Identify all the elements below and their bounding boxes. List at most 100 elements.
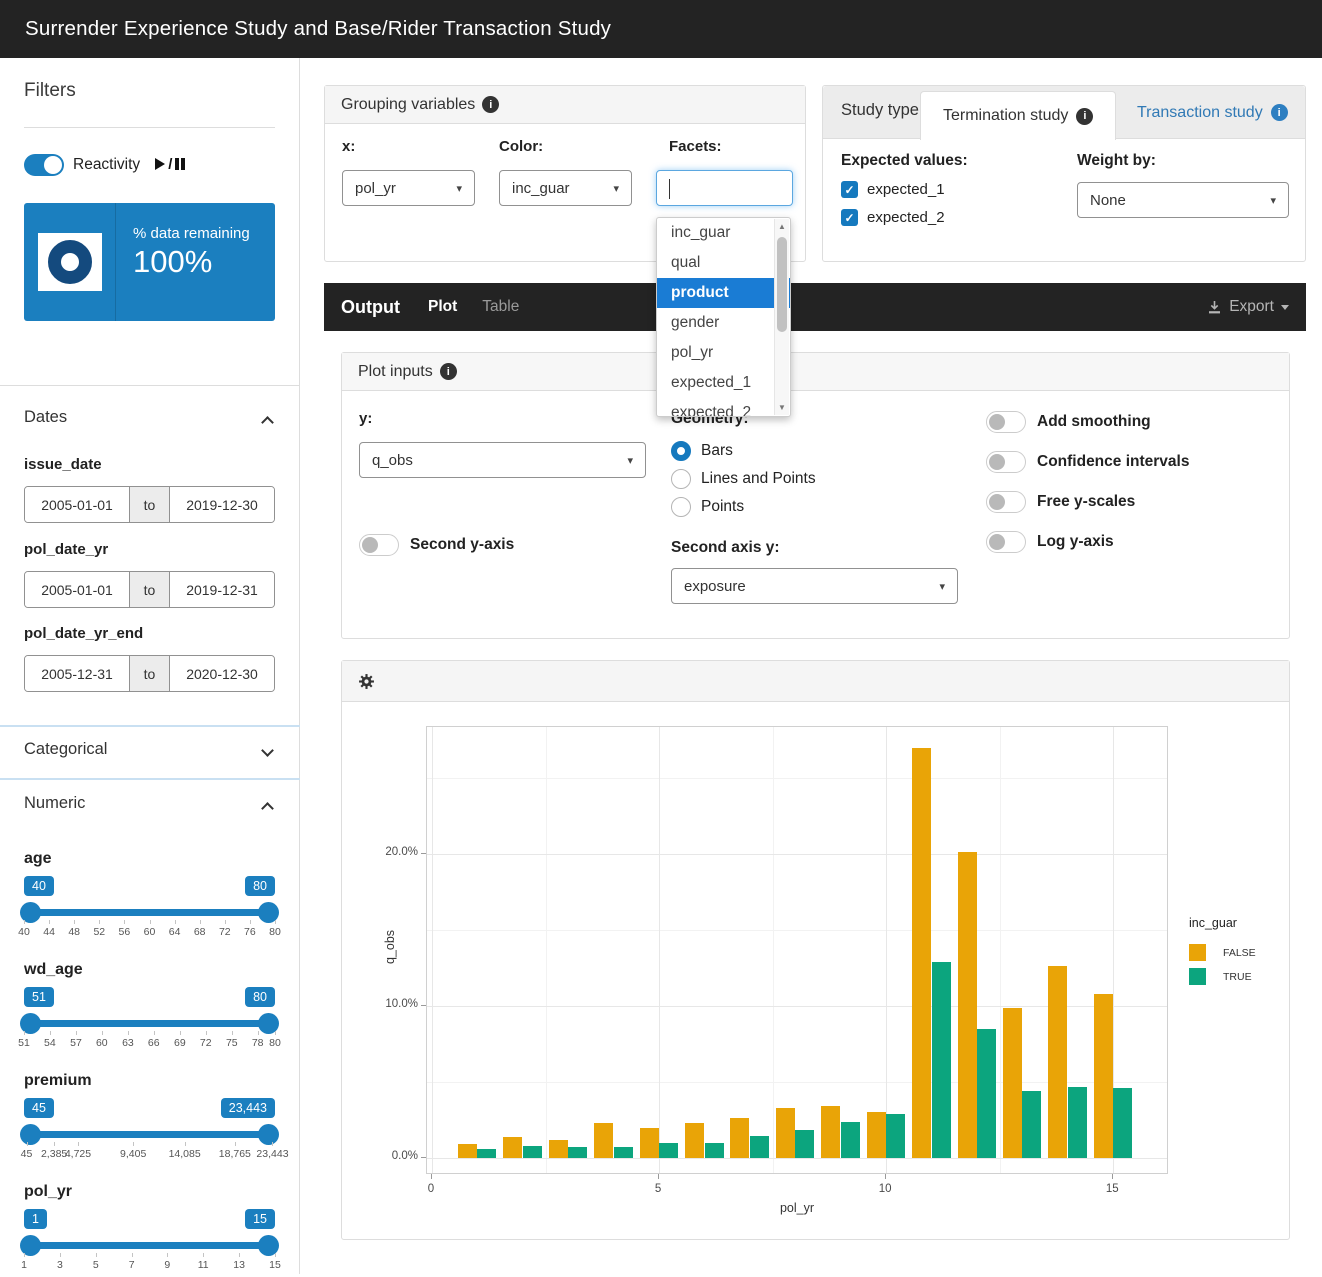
log-y-axis-toggle-row[interactable]: Log y-axis [986, 531, 1114, 553]
add-smoothing-label: Add smoothing [1037, 413, 1151, 431]
radio-unselected-icon[interactable] [671, 469, 691, 489]
premium-slider[interactable]: 4523,443452,3854,7259,40514,08518,76523,… [24, 1098, 275, 1166]
facets-input[interactable] [656, 170, 793, 206]
slider-tick-mark [167, 1253, 168, 1257]
tab-plot[interactable]: Plot [428, 298, 457, 316]
second-axis-y-select[interactable]: exposure▾ [671, 568, 958, 604]
slider-tick-mark [96, 1253, 97, 1257]
date-range-separator: to [129, 656, 170, 691]
slider-tick-mark [258, 1031, 259, 1035]
dropdown-option[interactable]: pol_yr [657, 338, 790, 368]
add-smoothing-toggle-row[interactable]: Add smoothing [986, 411, 1151, 433]
add-smoothing-toggle[interactable] [986, 411, 1026, 433]
slider-tick-mark [175, 920, 176, 924]
checkbox-checked-icon[interactable]: ✓ [841, 181, 858, 198]
weight-by-select[interactable]: None▾ [1077, 182, 1289, 218]
expected-1-checkbox-row[interactable]: ✓ expected_1 [841, 181, 945, 198]
radio-selected-icon[interactable] [671, 441, 691, 461]
slider-tick-label: 1 [21, 1259, 27, 1271]
confidence-intervals-toggle[interactable] [986, 451, 1026, 473]
y-select[interactable]: q_obs▾ [359, 442, 646, 478]
slider-handle-left[interactable] [20, 1124, 41, 1145]
x-select[interactable]: pol_yr▾ [342, 170, 475, 206]
color-select[interactable]: inc_guar▾ [499, 170, 632, 206]
slider-track[interactable] [24, 1242, 275, 1249]
pol-date-yr-to-input[interactable]: 2019-12-31 [170, 572, 274, 607]
dates-section-header[interactable]: Dates [0, 398, 300, 442]
donut-icon [48, 240, 92, 284]
log-y-axis-toggle[interactable] [986, 531, 1026, 553]
second-y-axis-toggle[interactable] [359, 534, 399, 556]
second-axis-y-label: Second axis y: [671, 539, 780, 557]
info-icon[interactable]: i [482, 96, 499, 113]
slider-track[interactable] [24, 1131, 275, 1138]
geometry-option-points[interactable]: Points [671, 497, 744, 517]
info-icon[interactable]: i [440, 363, 457, 380]
date-range-separator: to [129, 487, 170, 522]
slider-tick-mark [180, 1031, 181, 1035]
bar-false [730, 1118, 749, 1158]
export-button[interactable]: Export [1207, 298, 1289, 316]
slider-handle-right[interactable] [258, 1124, 279, 1145]
wd-age-slider[interactable]: 51805154576063666972757880 [24, 987, 275, 1055]
dropdown-option[interactable]: expected_2 [657, 398, 790, 417]
categorical-section-header[interactable]: Categorical [0, 730, 300, 774]
slider-tick-mark [275, 920, 276, 924]
study-type-label: Study type [841, 101, 919, 120]
tab-transaction-study[interactable]: Transaction study i [1123, 86, 1302, 139]
pol-date-yr-end-from-input[interactable]: 2005-12-31 [25, 656, 129, 691]
reactivity-toggle[interactable] [24, 154, 64, 176]
facets-label: Facets: [669, 138, 722, 155]
scrollbar-thumb[interactable] [777, 237, 787, 332]
dropdown-option[interactable]: expected_1 [657, 368, 790, 398]
free-y-scales-toggle[interactable] [986, 491, 1026, 513]
info-icon[interactable]: i [1076, 108, 1093, 125]
slider-tick-label: 7 [129, 1259, 135, 1271]
dropdown-option[interactable]: gender [657, 308, 790, 338]
pol-date-yr-end-to-input[interactable]: 2020-12-30 [170, 656, 274, 691]
slider-track[interactable] [24, 909, 275, 916]
second-y-axis-toggle-row[interactable]: Second y-axis [359, 534, 514, 556]
slider-tick-mark [74, 920, 75, 924]
dropdown-scrollbar[interactable]: ▲ ▼ [774, 219, 789, 415]
pol-date-yr-from-input[interactable]: 2005-01-01 [25, 572, 129, 607]
bar-false [503, 1137, 522, 1158]
checkbox-checked-icon[interactable]: ✓ [841, 209, 858, 226]
pol-yr-slider[interactable]: 11513579111315 [24, 1209, 275, 1277]
slider-tick-mark [275, 1253, 276, 1257]
issue-date-range: 2005-01-01 to 2019-12-30 [24, 486, 275, 523]
radio-unselected-icon[interactable] [671, 497, 691, 517]
geometry-option-bars[interactable]: Bars [671, 441, 733, 461]
free-y-scales-toggle-row[interactable]: Free y-scales [986, 491, 1135, 513]
issue-date-from-input[interactable]: 2005-01-01 [25, 487, 129, 522]
numeric-section-header[interactable]: Numeric [0, 784, 300, 828]
dropdown-option[interactable]: product [657, 278, 790, 308]
info-icon[interactable]: i [1271, 104, 1288, 121]
tab-table[interactable]: Table [482, 298, 519, 316]
confidence-intervals-toggle-row[interactable]: Confidence intervals [986, 451, 1189, 473]
x-label: x: [342, 138, 355, 155]
slider-track[interactable] [24, 1020, 275, 1027]
slider-tick-label: 69 [174, 1037, 186, 1049]
tab-termination-study[interactable]: Termination study i [920, 91, 1116, 140]
y-tick-label: 10.0% [378, 998, 418, 1010]
slider-tick-label: 51 [18, 1037, 30, 1049]
geometry-option-lines-points[interactable]: Lines and Points [671, 469, 816, 489]
scroll-up-icon[interactable]: ▲ [775, 222, 789, 231]
filters-divider [24, 127, 275, 128]
dropdown-option[interactable]: qual [657, 248, 790, 278]
bar-false [594, 1123, 613, 1158]
expected-2-checkbox-row[interactable]: ✓ expected_2 [841, 209, 945, 226]
gridline-major [886, 727, 887, 1173]
dropdown-option[interactable]: inc_guar [657, 218, 790, 248]
age-slider[interactable]: 40804044485256606468727680 [24, 876, 275, 944]
plot-settings-gear-icon[interactable] [358, 673, 375, 690]
issue-date-to-input[interactable]: 2019-12-30 [170, 487, 274, 522]
filters-sidebar: Filters Reactivity / % data remaining 10… [0, 58, 300, 1274]
slider-tick-label: 72 [219, 926, 231, 938]
y-label: y: [359, 410, 372, 427]
scroll-down-icon[interactable]: ▼ [775, 403, 789, 412]
slider-tick-label: 63 [122, 1037, 134, 1049]
toggle-knob [44, 156, 62, 174]
bar-chart: 0.0%10.0%20.0%051015pol_yrq_obsinc_guarF… [342, 702, 1289, 1239]
